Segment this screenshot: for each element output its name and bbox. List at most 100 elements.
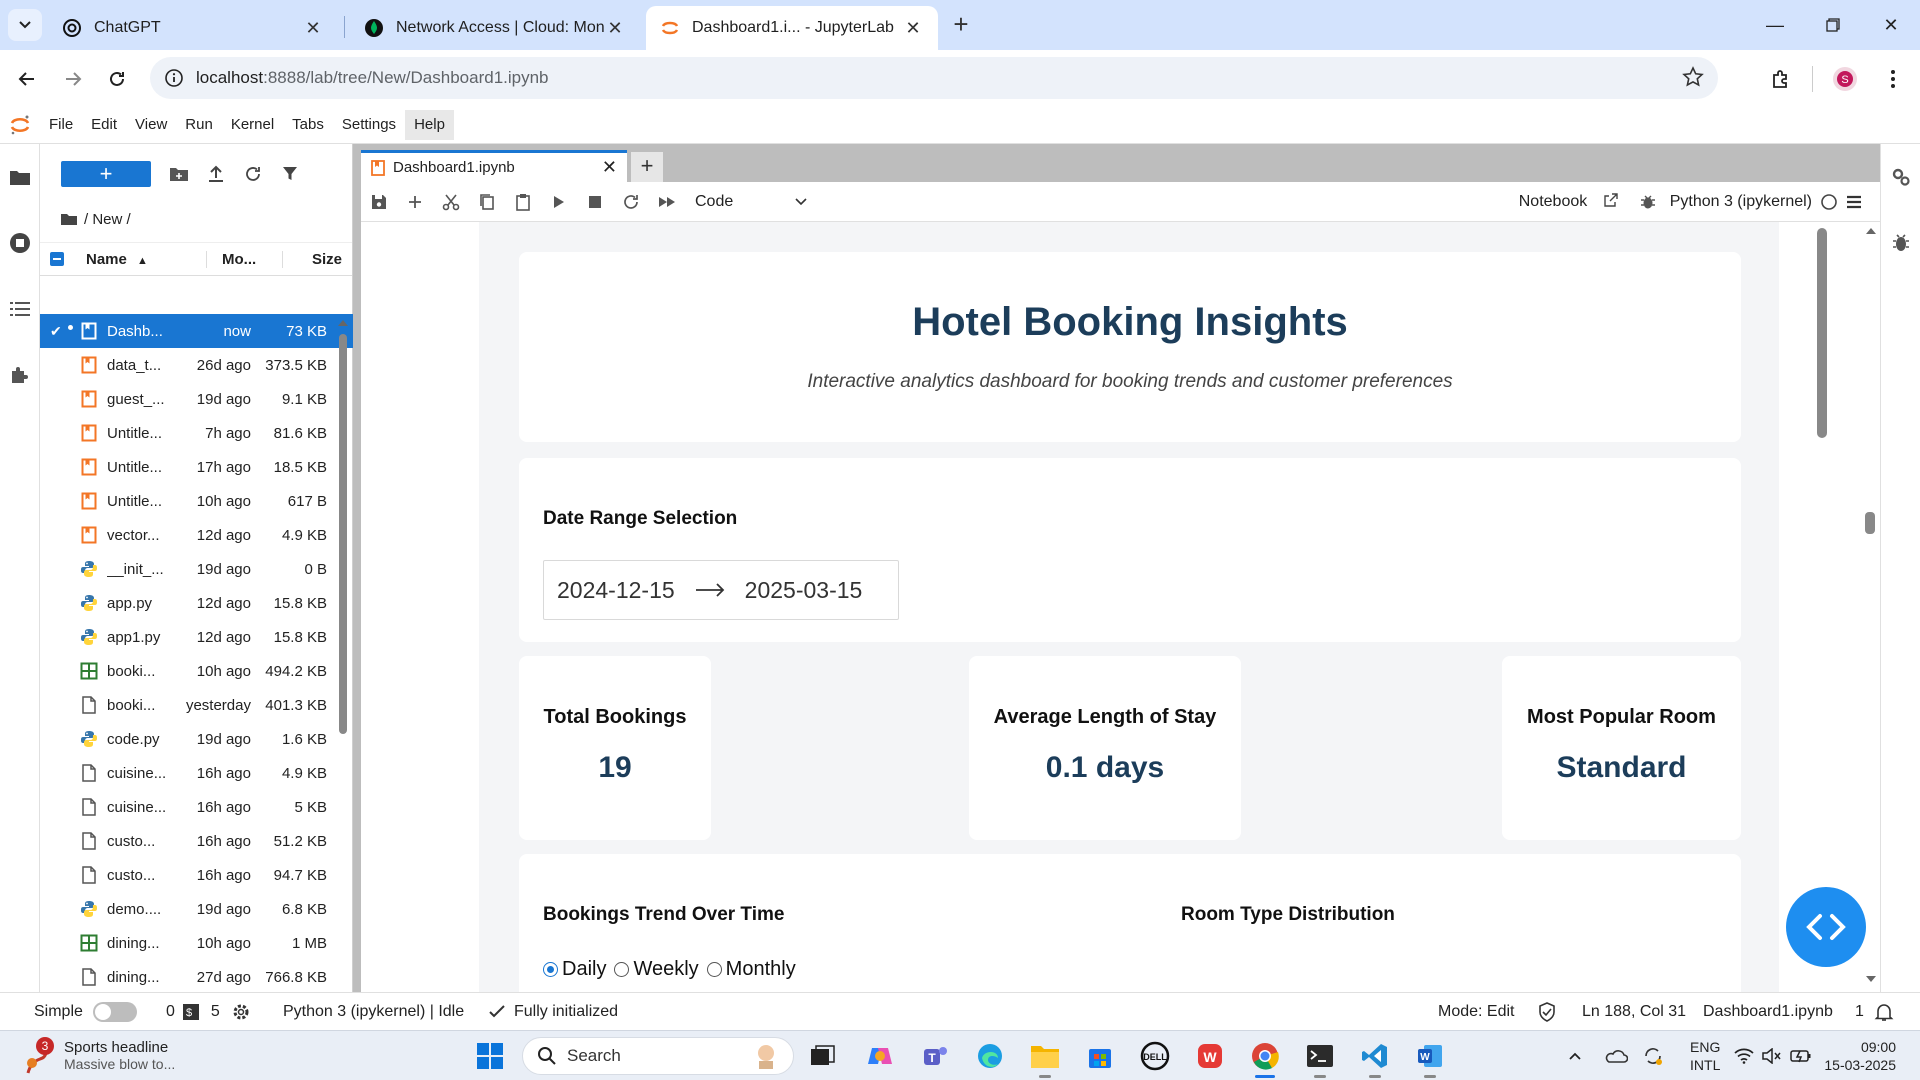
- start-button[interactable]: [470, 1036, 510, 1076]
- taskbar-search[interactable]: Search: [522, 1037, 794, 1075]
- select-all-checkbox[interactable]: [50, 252, 64, 266]
- radio-weekly[interactable]: [614, 962, 630, 977]
- menu-view[interactable]: View: [126, 110, 176, 140]
- file-row[interactable]: booki... 10h ago 494.2 KB: [40, 654, 353, 688]
- file-row[interactable]: data_t... 26d ago 373.5 KB: [40, 348, 353, 382]
- file-row[interactable]: app1.py 12d ago 15.8 KB: [40, 620, 353, 654]
- task-view-button[interactable]: [803, 1036, 843, 1076]
- clock[interactable]: 09:00 15-03-2025: [1824, 1038, 1896, 1074]
- menu-run[interactable]: Run: [176, 110, 222, 140]
- kernel-status[interactable]: Python 3 (ipykernel) | Idle: [283, 993, 464, 1031]
- save-button[interactable]: [361, 182, 397, 222]
- file-row[interactable]: cuisine... 16h ago 4.9 KB: [40, 756, 353, 790]
- new-launcher-tab-button[interactable]: +: [631, 152, 663, 182]
- breadcrumb[interactable]: / New /: [40, 204, 352, 234]
- restart-kernel-button[interactable]: [613, 182, 649, 222]
- lsp-status[interactable]: Fully initialized: [514, 1003, 618, 1021]
- show-hidden-icons-button[interactable]: [1568, 1051, 1582, 1061]
- file-row[interactable]: dining... 10h ago 1 MB: [40, 926, 353, 960]
- teams-button[interactable]: T: [915, 1036, 955, 1076]
- file-row[interactable]: code.py 19d ago 1.6 KB: [40, 722, 353, 756]
- copy-button[interactable]: [469, 182, 505, 222]
- upload-button[interactable]: [203, 161, 229, 187]
- battery-icon[interactable]: [1790, 1048, 1812, 1064]
- file-row[interactable]: guest_... 19d ago 9.1 KB: [40, 382, 353, 416]
- notification-count[interactable]: 1: [1855, 993, 1864, 1031]
- address-bar[interactable]: localhost:8888/lab/tree/New/Dashboard1.i…: [150, 57, 1718, 99]
- extensions-button[interactable]: [1764, 62, 1798, 96]
- restore-button[interactable]: [1804, 0, 1862, 50]
- close-notebook-tab-icon[interactable]: ✕: [602, 157, 617, 178]
- menu-help[interactable]: Help: [405, 109, 454, 140]
- sync-icon[interactable]: [1642, 1045, 1664, 1067]
- onedrive-icon[interactable]: [1604, 1048, 1629, 1064]
- notebook-tab[interactable]: Dashboard1.ipynb ✕: [361, 150, 627, 182]
- column-name[interactable]: Name ▲: [86, 251, 206, 268]
- copilot-button[interactable]: [860, 1036, 900, 1076]
- menu-kernel[interactable]: Kernel: [222, 110, 283, 140]
- browser-tab-chatgpt[interactable]: ChatGPT ✕: [48, 6, 338, 50]
- paste-button[interactable]: [505, 182, 541, 222]
- edit-mode[interactable]: Mode: Edit: [1438, 993, 1514, 1031]
- vscode-button[interactable]: [1355, 1036, 1395, 1078]
- property-inspector-icon[interactable]: [1846, 195, 1862, 209]
- breadcrumb-path[interactable]: / New /: [84, 211, 131, 228]
- refresh-button[interactable]: [240, 161, 266, 187]
- interrupt-kernel-button[interactable]: [577, 182, 613, 222]
- wifi-icon[interactable]: [1734, 1048, 1754, 1064]
- word-button[interactable]: W: [1410, 1036, 1450, 1078]
- menu-tabs[interactable]: Tabs: [283, 110, 333, 140]
- file-row[interactable]: ✔ Dashb... now 73 KB: [40, 314, 353, 348]
- cut-button[interactable]: [433, 182, 469, 222]
- language-indicator[interactable]: ENG INTL: [1690, 1038, 1720, 1074]
- terminal-button[interactable]: [1300, 1036, 1340, 1078]
- restart-run-all-button[interactable]: [649, 182, 685, 222]
- wps-office-button[interactable]: W: [1190, 1036, 1230, 1076]
- cursor-position[interactable]: Ln 188, Col 31: [1582, 993, 1686, 1031]
- bell-icon[interactable]: [1874, 993, 1894, 1031]
- debugger-icon[interactable]: [1640, 194, 1656, 210]
- file-browser-tab[interactable]: [0, 144, 40, 210]
- close-tab-icon[interactable]: ✕: [302, 17, 324, 39]
- file-row[interactable]: vector... 12d ago 4.9 KB: [40, 518, 353, 552]
- file-explorer-button[interactable]: [1025, 1036, 1065, 1078]
- browser-tab-jupyterlab[interactable]: Dashboard1.i... - JupyterLab ✕: [646, 6, 938, 50]
- radio-label[interactable]: Weekly: [633, 958, 698, 981]
- insert-cell-button[interactable]: [397, 182, 433, 222]
- file-row[interactable]: Untitle... 10h ago 617 B: [40, 484, 353, 518]
- profile-avatar[interactable]: S: [1828, 62, 1862, 96]
- kernel-name[interactable]: Python 3 (ipykernel): [1670, 193, 1812, 211]
- chrome-button[interactable]: [1245, 1036, 1285, 1078]
- file-row[interactable]: custo... 16h ago 51.2 KB: [40, 824, 353, 858]
- new-tab-button[interactable]: +: [946, 10, 976, 40]
- volume-muted-icon[interactable]: [1762, 1048, 1782, 1064]
- menu-edit[interactable]: Edit: [82, 110, 126, 140]
- bookmark-star-icon[interactable]: [1682, 66, 1704, 88]
- file-row[interactable]: __init_... 19d ago 0 B: [40, 552, 353, 586]
- column-size[interactable]: Size: [282, 250, 352, 268]
- kernel-count[interactable]: 5: [211, 1003, 220, 1021]
- close-tab-icon[interactable]: ✕: [902, 17, 924, 39]
- store-button[interactable]: [1080, 1036, 1120, 1076]
- file-row[interactable]: Untitle... 7h ago 81.6 KB: [40, 416, 353, 450]
- notebook-scrollbar[interactable]: [1809, 222, 1880, 992]
- forward-button[interactable]: [56, 62, 90, 96]
- tab-search-button[interactable]: [8, 9, 42, 41]
- menu-settings[interactable]: Settings: [333, 110, 405, 140]
- browser-tab-mongodb[interactable]: Network Access | Cloud: Mongo ✕: [350, 6, 640, 50]
- checkmark-icon[interactable]: ✔: [50, 323, 62, 340]
- end-date[interactable]: 2025-03-15: [745, 577, 863, 604]
- reload-button[interactable]: [100, 62, 134, 96]
- site-info-icon[interactable]: [162, 66, 186, 90]
- cell-type-select[interactable]: Code: [695, 193, 807, 211]
- property-inspector-tab[interactable]: [1881, 144, 1920, 210]
- file-row[interactable]: app.py 12d ago 15.8 KB: [40, 586, 353, 620]
- radio-daily[interactable]: [543, 962, 558, 977]
- simple-mode-toggle[interactable]: [92, 1002, 137, 1022]
- news-widget[interactable]: 3 Sports headline Massive blow to...: [18, 1033, 175, 1077]
- file-row[interactable]: booki... yesterday 401.3 KB: [40, 688, 353, 722]
- minimize-button[interactable]: —: [1746, 0, 1804, 50]
- radio-label[interactable]: Monthly: [726, 958, 796, 981]
- edge-button[interactable]: [970, 1036, 1010, 1076]
- radio-monthly[interactable]: [706, 962, 722, 977]
